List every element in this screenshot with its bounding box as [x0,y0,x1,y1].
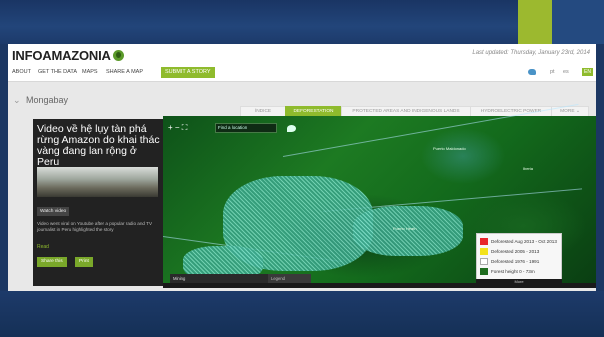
watch-video-button[interactable]: Watch video [37,207,70,216]
slide-bottom-band [0,291,604,337]
story-description: Video went viral on Youtube after a popu… [37,221,153,233]
map-city-label: Puerto Heath [393,226,417,231]
mining-area [353,206,463,256]
last-updated-text: Last updated: Thursday, January 23rd, 20… [472,50,590,56]
legend-more-link[interactable]: More [476,279,562,285]
slide-accent-block-dark [552,0,604,44]
layer-extra-bar[interactable]: Legend [268,274,311,283]
page-title: Mongabay [26,95,69,105]
site-logo[interactable]: INFOAMAZONIA [12,48,124,63]
nav-about[interactable]: ABOUT [12,69,31,75]
story-thumbnail[interactable] [37,167,158,197]
site-header: INFOAMAZONIA Last updated: Thursday, Jan… [8,44,596,66]
map-city-label: Puerto Maldonado [433,146,466,151]
submit-story-button[interactable]: SUBMIT A STORY [161,67,215,78]
nav-maps[interactable]: MAPS [82,69,98,75]
chevron-down-icon[interactable]: ⌄ [13,95,21,106]
layer-label: Mining [173,276,186,281]
map-city-label: Iberia [523,166,534,171]
legend-label: Deforested 1976 - 1991 [491,259,540,264]
slide-top-band [0,0,604,44]
nav-get-the-data[interactable]: GET THE DATA [38,69,77,75]
map-legend: Deforested Aug 2013 - Oct 2013 Deforeste… [476,233,562,280]
map-marker-icon[interactable] [287,125,296,132]
legend-label: Deforested Aug 2013 - Oct 2013 [491,239,557,244]
print-button[interactable]: Print [75,257,93,267]
story-panel: Video về hệ lụy tàn phá rừng Amazon do k… [33,119,163,286]
legend-swatch [480,238,488,245]
story-title: Video về hệ lụy tàn phá rừng Amazon do k… [37,123,160,168]
legend-swatch [480,248,488,255]
lang-es[interactable]: es [563,69,569,75]
globe-icon [112,50,124,61]
legend-label: Deforested 2005 - 2013 [491,249,540,254]
slide-accent-block [518,0,552,44]
map-search-input[interactable]: Find a location [215,123,277,133]
lang-pt[interactable]: pt [550,69,555,75]
legend-swatch [480,268,488,275]
legend-label: Forest height 0 - 73m [491,269,535,274]
map-zoom-controls[interactable]: + − ⛶ [168,123,187,133]
twitter-icon[interactable] [528,69,536,75]
share-button[interactable]: Share this [37,257,67,267]
lang-en[interactable]: EN [582,68,593,76]
nav-share-a-map[interactable]: SHARE A MAP [106,69,143,75]
layer-mining-bar[interactable]: Mining [170,274,273,283]
main-nav: ABOUT GET THE DATA MAPS SHARE A MAP SUBM… [8,66,596,80]
read-link[interactable]: Read [37,244,49,250]
legend-swatch [480,258,488,265]
logo-text: INFOAMAZONIA [12,48,111,63]
